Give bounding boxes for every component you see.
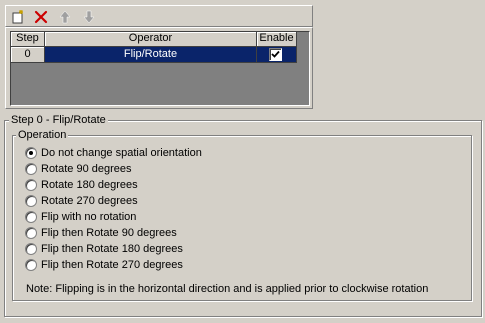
radio-label: Rotate 180 degrees <box>41 179 138 191</box>
radio-option[interactable]: Flip then Rotate 90 degrees <box>25 226 177 240</box>
radio-button[interactable] <box>25 243 37 255</box>
radio-option[interactable]: Flip then Rotate 180 degrees <box>25 242 183 256</box>
radio-label: Flip then Rotate 270 degrees <box>41 259 183 271</box>
operator-cell[interactable]: Flip/Rotate <box>45 47 257 63</box>
radio-label: Rotate 270 degrees <box>41 195 138 207</box>
radio-option[interactable]: Rotate 90 degrees <box>25 162 132 176</box>
radio-button[interactable] <box>25 195 37 207</box>
grid-header: Step Operator Enable <box>11 32 297 47</box>
delete-button[interactable] <box>33 9 49 25</box>
new-item-icon <box>10 9 26 25</box>
radio-label: Do not change spatial orientation <box>41 147 202 159</box>
enable-cell <box>257 47 297 63</box>
radio-label: Flip then Rotate 180 degrees <box>41 243 183 255</box>
table-row[interactable]: 0 Flip/Rotate <box>11 47 297 63</box>
new-item-button[interactable] <box>10 9 26 25</box>
radio-label: Flip with no rotation <box>41 211 137 223</box>
toolbar <box>5 5 313 27</box>
delete-icon <box>33 9 49 25</box>
radio-button[interactable] <box>25 211 37 223</box>
arrow-up-icon <box>57 9 73 25</box>
radio-option[interactable]: Rotate 180 degrees <box>25 178 138 192</box>
radio-button[interactable] <box>25 179 37 191</box>
arrow-down-icon <box>81 9 97 25</box>
radio-option[interactable]: Flip then Rotate 270 degrees <box>25 258 183 272</box>
steps-grid[interactable]: Step Operator Enable 0 Flip/Rotate <box>10 31 310 106</box>
radio-label: Flip then Rotate 90 degrees <box>41 227 177 239</box>
column-header-step[interactable]: Step <box>11 32 45 47</box>
radio-selected-dot <box>29 151 33 155</box>
enable-checkbox[interactable] <box>269 48 282 61</box>
radio-option[interactable]: Rotate 270 degrees <box>25 194 138 208</box>
column-header-operator[interactable]: Operator <box>45 32 257 47</box>
step-cell[interactable]: 0 <box>11 47 45 63</box>
column-header-enable[interactable]: Enable <box>257 32 297 47</box>
radio-label: Rotate 90 degrees <box>41 163 132 175</box>
radio-button[interactable] <box>25 147 37 159</box>
radio-button[interactable] <box>25 227 37 239</box>
steps-grid-frame: Step Operator Enable 0 Flip/Rotate <box>5 27 313 109</box>
radio-button[interactable] <box>25 259 37 271</box>
move-down-button[interactable] <box>81 9 97 25</box>
radio-option[interactable]: Do not change spatial orientation <box>25 146 202 160</box>
radio-button[interactable] <box>25 163 37 175</box>
operation-group-title: Operation <box>16 129 69 141</box>
move-up-button[interactable] <box>57 9 73 25</box>
radio-option[interactable]: Flip with no rotation <box>25 210 136 224</box>
step-group-title: Step 0 - Flip/Rotate <box>9 114 108 126</box>
note-text: Note: Flipping is in the horizontal dire… <box>26 283 429 295</box>
